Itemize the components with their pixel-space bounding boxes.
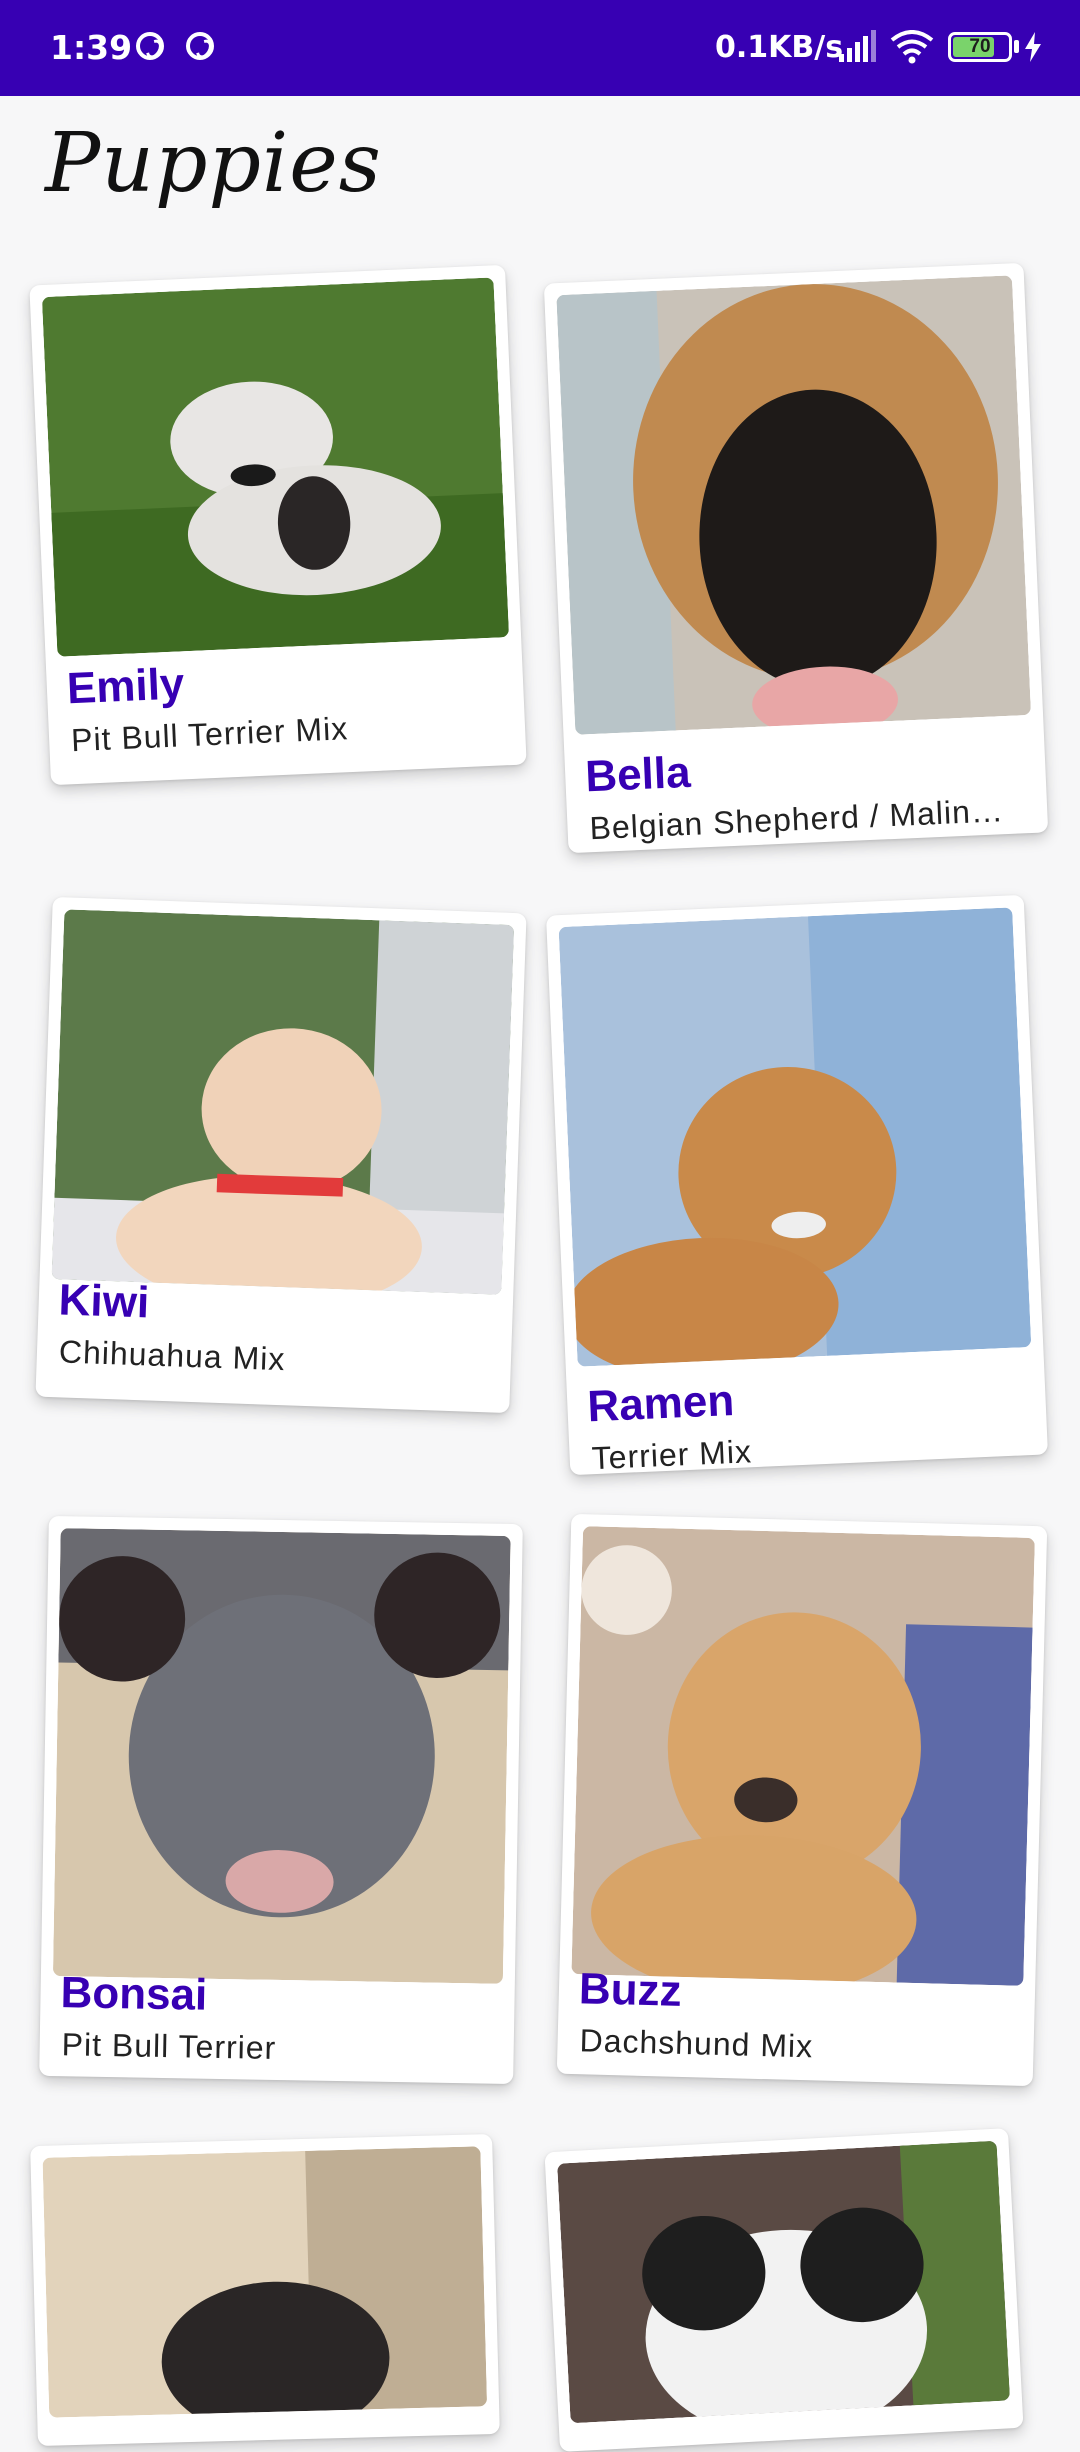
puppy-card[interactable]: Bella Belgian Shepherd / Malinois Mix [543,262,1049,854]
puppy-card[interactable]: Emily Pit Bull Terrier Mix [29,264,527,786]
battery-icon: 70 [948,32,1012,62]
puppy-name: Ramen [586,1375,736,1432]
puppy-breed: Belgian Shepherd / Malinois Mix [588,791,1020,847]
puppy-card[interactable]: Bonsai Pit Bull Terrier [39,1515,523,2085]
puppy-card[interactable]: Kiwi Chihuahua Mix [35,896,527,1414]
puppy-breed: Dachshund Mix [579,2022,814,2065]
puppy-breed: Pit Bull Terrier Mix [70,710,349,759]
puppy-photo [571,1526,1035,1986]
charging-icon [1025,32,1041,62]
puppy-photo [42,2146,488,2418]
puppy-card[interactable]: Buzz Dachshund Mix [556,1513,1048,2087]
puppy-card[interactable]: Ramen Terrier Mix [546,894,1048,1477]
puppy-card[interactable] [30,2134,500,2446]
puppy-name: Bella [584,747,692,802]
puppy-name: Bonsai [60,1968,208,2020]
puppy-photo [41,277,510,657]
signal-icon [839,30,876,62]
sync-icon [136,32,164,60]
puppy-photo [556,275,1032,735]
battery-nub [1014,40,1019,53]
puppy-breed: Terrier Mix [590,1433,753,1477]
status-bar: 1:39 0.1KB/s 70 [0,0,1080,96]
puppy-name: Buzz [578,1964,683,2016]
status-time: 1:39 [50,28,133,67]
puppy-breed: Pit Bull Terrier [61,2026,277,2066]
puppy-breed: Chihuahua Mix [58,1333,286,1378]
sync-icon [186,32,214,60]
puppy-name: Emily [65,659,186,714]
battery-level: 70 [969,36,991,57]
puppy-photo [557,2140,1011,2424]
puppy-photo [52,1528,511,1984]
puppy-card[interactable] [544,2128,1024,2452]
network-speed: 0.1KB/s [715,30,844,65]
wifi-icon [890,30,934,64]
puppy-photo [51,909,515,1295]
puppy-photo [558,907,1032,1367]
puppy-name: Kiwi [57,1275,151,1328]
page-title: Puppies [45,116,382,211]
